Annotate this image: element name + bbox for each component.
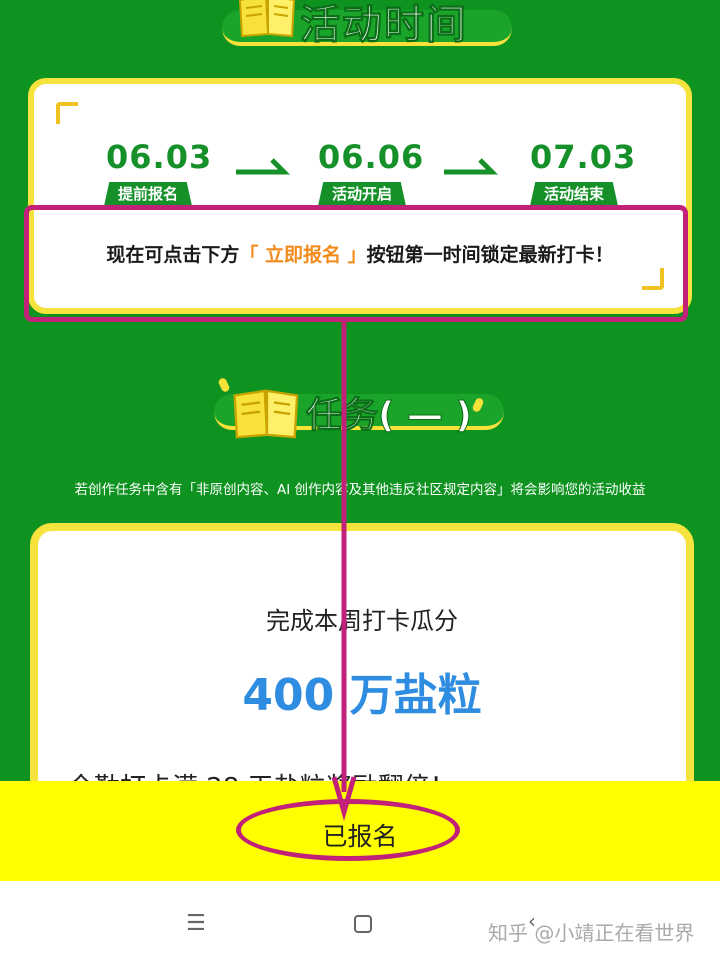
sparkle-icon: [217, 376, 231, 394]
notice-text: 按钮第一时间锁定最新打卡！: [366, 244, 614, 266]
timeline-label-signup: 提前报名: [104, 182, 193, 206]
watermark: 知乎 @小靖正在看世界: [488, 921, 695, 945]
timeline-label-end: 活动结束: [530, 182, 619, 206]
timeline-label-start: 活动开启: [318, 182, 407, 206]
arrow-right-icon: [442, 154, 499, 180]
book-icon: [230, 386, 304, 442]
reward-amount: 400 万盐粒: [242, 670, 482, 721]
header-title: 任务( — ): [306, 395, 473, 437]
home-icon[interactable]: [354, 915, 372, 933]
timeline-date-end: 07.03: [530, 138, 637, 176]
activity-time-header: 活动时间: [0, 0, 720, 60]
signup-notice: 现在可点击下方「 立即报名 」按钮第一时间锁定最新打卡！: [0, 240, 720, 267]
notice-highlight: 「 立即报名 」: [239, 244, 367, 266]
book-icon: [236, 0, 300, 38]
page: 活动时间 06.03 提前报名 06.06 活动开启 07.03 活动结束 现在…: [0, 0, 720, 959]
task-description: 完成本周打卡瓜分: [266, 607, 458, 635]
header-title: 活动时间: [300, 2, 468, 49]
arrow-right-icon: [234, 154, 291, 180]
notice-text: 现在可点击下方: [106, 244, 240, 266]
menu-icon[interactable]: ☰: [186, 911, 206, 936]
timeline-date-start: 06.06: [318, 138, 425, 176]
timeline-date-signup: 06.03: [106, 138, 213, 176]
corner-decoration: [56, 102, 78, 124]
annotation-arrow: [332, 322, 357, 822]
